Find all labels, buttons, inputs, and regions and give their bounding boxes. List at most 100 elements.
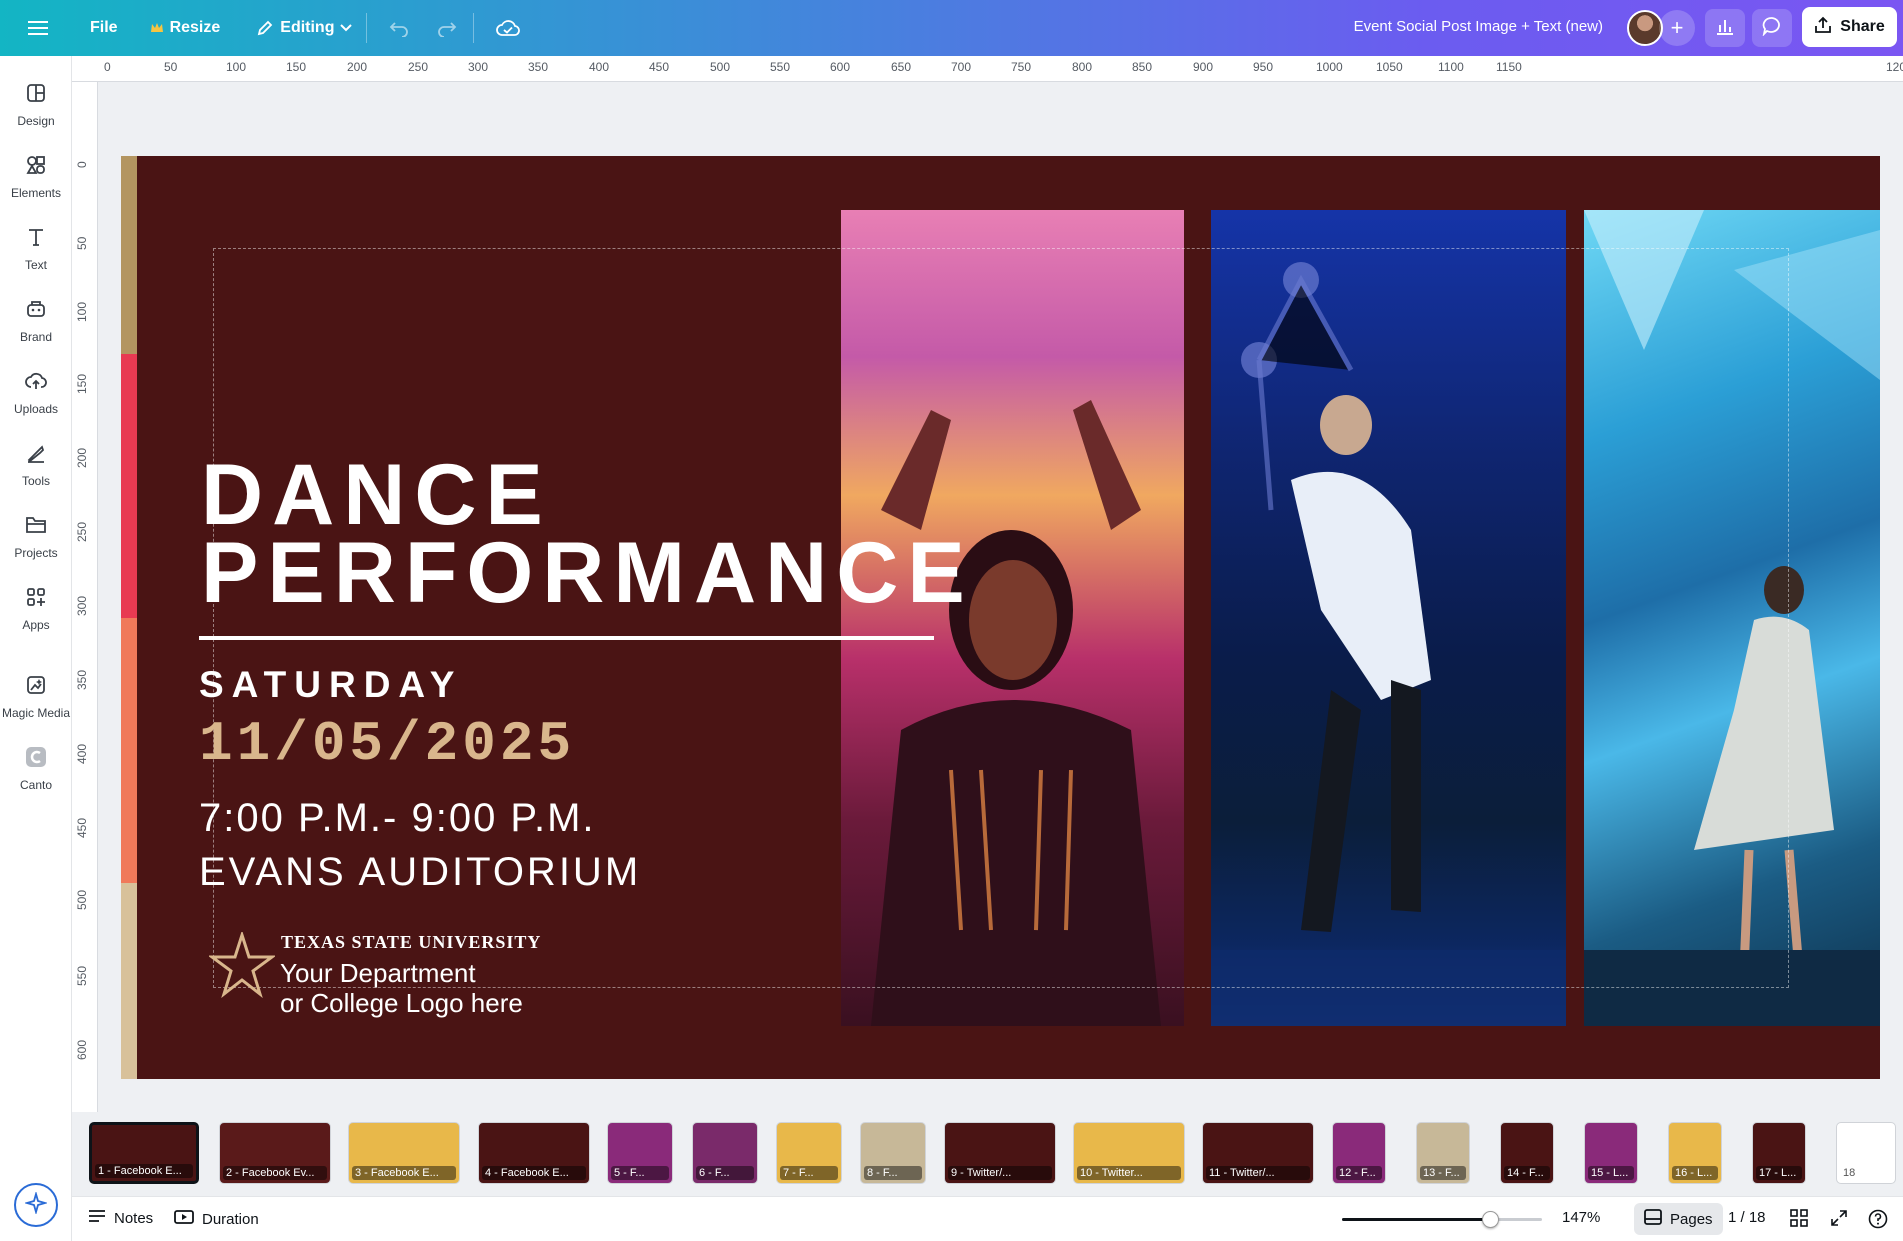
editing-label: Editing: [280, 19, 335, 36]
color-stripe-bar: [121, 156, 137, 1079]
design-icon: [24, 81, 48, 108]
user-avatar[interactable]: [1627, 10, 1663, 46]
ruler-tick-label: 0: [75, 161, 89, 168]
zoom-slider-track[interactable]: [1342, 1211, 1542, 1228]
document-title[interactable]: Event Social Post Image + Text (new): [1354, 18, 1603, 35]
sidebar-item-apps[interactable]: Apps: [0, 576, 72, 640]
page-thumbnail[interactable]: 4 - Facebook E...: [478, 1122, 590, 1184]
magic-media-icon: [24, 673, 48, 700]
add-collaborator-button[interactable]: +: [1659, 10, 1695, 46]
save-status-button[interactable]: [486, 13, 530, 43]
resize-button[interactable]: Resize: [140, 13, 231, 43]
pages-icon: [1644, 1209, 1662, 1229]
color-stripe-sand: [121, 883, 137, 1079]
page-thumbnail[interactable]: 8 - F...: [860, 1122, 926, 1184]
undo-button[interactable]: [379, 13, 419, 43]
event-venue[interactable]: EVANS AUDITORIUM: [199, 850, 641, 895]
page-thumbnail[interactable]: 17 - L...: [1752, 1122, 1806, 1184]
page-thumbnail[interactable]: 13 - F...: [1416, 1122, 1470, 1184]
duration-button[interactable]: Duration: [174, 1209, 259, 1229]
sparkle-icon: [23, 1190, 49, 1219]
grid-view-button[interactable]: [1790, 1209, 1808, 1231]
pages-view-button[interactable]: Pages: [1634, 1203, 1723, 1235]
menu-button[interactable]: [18, 14, 58, 42]
ruler-tick-label: 100: [226, 60, 247, 74]
university-name[interactable]: TEXAS STATE UNIVERSITY: [281, 932, 541, 953]
sidebar-label: Canto: [19, 777, 53, 792]
resize-label: Resize: [169, 19, 221, 36]
chevron-down-icon: [340, 24, 353, 32]
ruler-tick-label: 850: [1132, 60, 1153, 74]
department-line-2[interactable]: or College Logo here: [280, 988, 523, 1019]
page-thumbnail-label: 10 - Twitter...: [1077, 1166, 1181, 1180]
fullscreen-button[interactable]: [1830, 1209, 1848, 1231]
comments-button[interactable]: [1752, 9, 1792, 47]
page-thumbnail[interactable]: 6 - F...: [692, 1122, 758, 1184]
sidebar-item-elements[interactable]: Elements: [0, 144, 72, 208]
design-canvas[interactable]: DANCE PERFORMANCE SATURDAY 11/05/2025 7:…: [121, 156, 1880, 1079]
ruler-tick-label: 350: [75, 669, 89, 690]
ruler-tick-label: 800: [1072, 60, 1093, 74]
sidebar-item-magic-media[interactable]: Magic Media: [0, 664, 72, 728]
event-day[interactable]: SATURDAY: [199, 664, 462, 706]
notes-button[interactable]: Notes: [88, 1209, 153, 1227]
ruler-tick-label: 450: [75, 817, 89, 838]
sidebar-item-text[interactable]: Text: [0, 216, 72, 280]
page-thumbnail-label: 12 - F...: [1336, 1166, 1382, 1180]
ruler-tick-label: 500: [710, 60, 731, 74]
ruler-tick-label: 120: [1886, 60, 1903, 74]
page-thumbnail[interactable]: 5 - F...: [607, 1122, 673, 1184]
page-thumbnail[interactable]: 1 - Facebook E...: [89, 1122, 199, 1184]
zoom-level[interactable]: 147%: [1562, 1209, 1600, 1226]
canto-icon: [24, 745, 48, 772]
page-thumbnail[interactable]: 12 - F...: [1332, 1122, 1386, 1184]
ruler-tick-label: 250: [75, 521, 89, 542]
help-button[interactable]: [1868, 1209, 1888, 1233]
page-thumbnail[interactable]: 18: [1836, 1122, 1896, 1184]
page-thumbnail[interactable]: 7 - F...: [776, 1122, 842, 1184]
ruler-tick-label: 150: [75, 373, 89, 394]
page-thumbnail[interactable]: 3 - Facebook E...: [348, 1122, 460, 1184]
page-thumbnail-label: 7 - F...: [780, 1166, 838, 1180]
page-thumbnail-label: 18: [1843, 1167, 1856, 1179]
event-title[interactable]: DANCE PERFORMANCE: [201, 452, 974, 616]
page-thumbnail[interactable]: 11 - Twitter/...: [1202, 1122, 1314, 1184]
page-thumbnail[interactable]: 2 - Facebook Ev...: [219, 1122, 331, 1184]
file-menu-button[interactable]: File: [80, 13, 128, 43]
sidebar-item-design[interactable]: Design: [0, 72, 72, 136]
page-thumbnail[interactable]: 10 - Twitter...: [1073, 1122, 1185, 1184]
sidebar-label: Projects: [14, 545, 58, 560]
page-thumbnail-label: 16 - L...: [1672, 1166, 1718, 1180]
undo-icon: [389, 19, 409, 37]
hamburger-icon: [28, 20, 48, 36]
sidebar-item-tools[interactable]: Tools: [0, 432, 72, 496]
page-thumbnail[interactable]: 14 - F...: [1500, 1122, 1554, 1184]
ruler-tick-label: 1100: [1438, 60, 1464, 74]
page-thumbnail[interactable]: 9 - Twitter/...: [944, 1122, 1056, 1184]
editing-mode-dropdown[interactable]: Editing: [246, 13, 362, 43]
sidebar-item-projects[interactable]: Projects: [0, 504, 72, 568]
department-line-1[interactable]: Your Department: [280, 958, 476, 989]
duration-label: Duration: [202, 1210, 259, 1228]
sidebar-item-uploads[interactable]: Uploads: [0, 360, 72, 424]
share-button[interactable]: Share: [1802, 7, 1897, 47]
page-thumbnail[interactable]: 16 - L...: [1668, 1122, 1722, 1184]
event-time[interactable]: 7:00 P.M.- 9:00 P.M.: [199, 796, 596, 841]
page-thumbnail[interactable]: 15 - L...: [1584, 1122, 1638, 1184]
timer-icon: [174, 1209, 194, 1229]
color-stripe-orange: [121, 618, 137, 883]
university-star-logo[interactable]: [209, 932, 275, 998]
zoom-slider-thumb[interactable]: [1482, 1211, 1499, 1228]
sidebar-label: Apps: [22, 617, 50, 632]
redo-icon: [437, 19, 457, 37]
ruler-tick-label: 250: [408, 60, 429, 74]
sidebar-label: Design: [17, 113, 55, 128]
event-date[interactable]: 11/05/2025: [199, 712, 575, 776]
ruler-tick-label: 400: [75, 743, 89, 764]
redo-button[interactable]: [427, 13, 467, 43]
magic-assistant-button[interactable]: [14, 1183, 58, 1227]
help-icon: [1868, 1209, 1888, 1233]
sidebar-item-brand[interactable]: Brand: [0, 288, 72, 352]
sidebar-item-canto[interactable]: Canto: [0, 736, 72, 800]
insights-button[interactable]: [1705, 9, 1745, 47]
